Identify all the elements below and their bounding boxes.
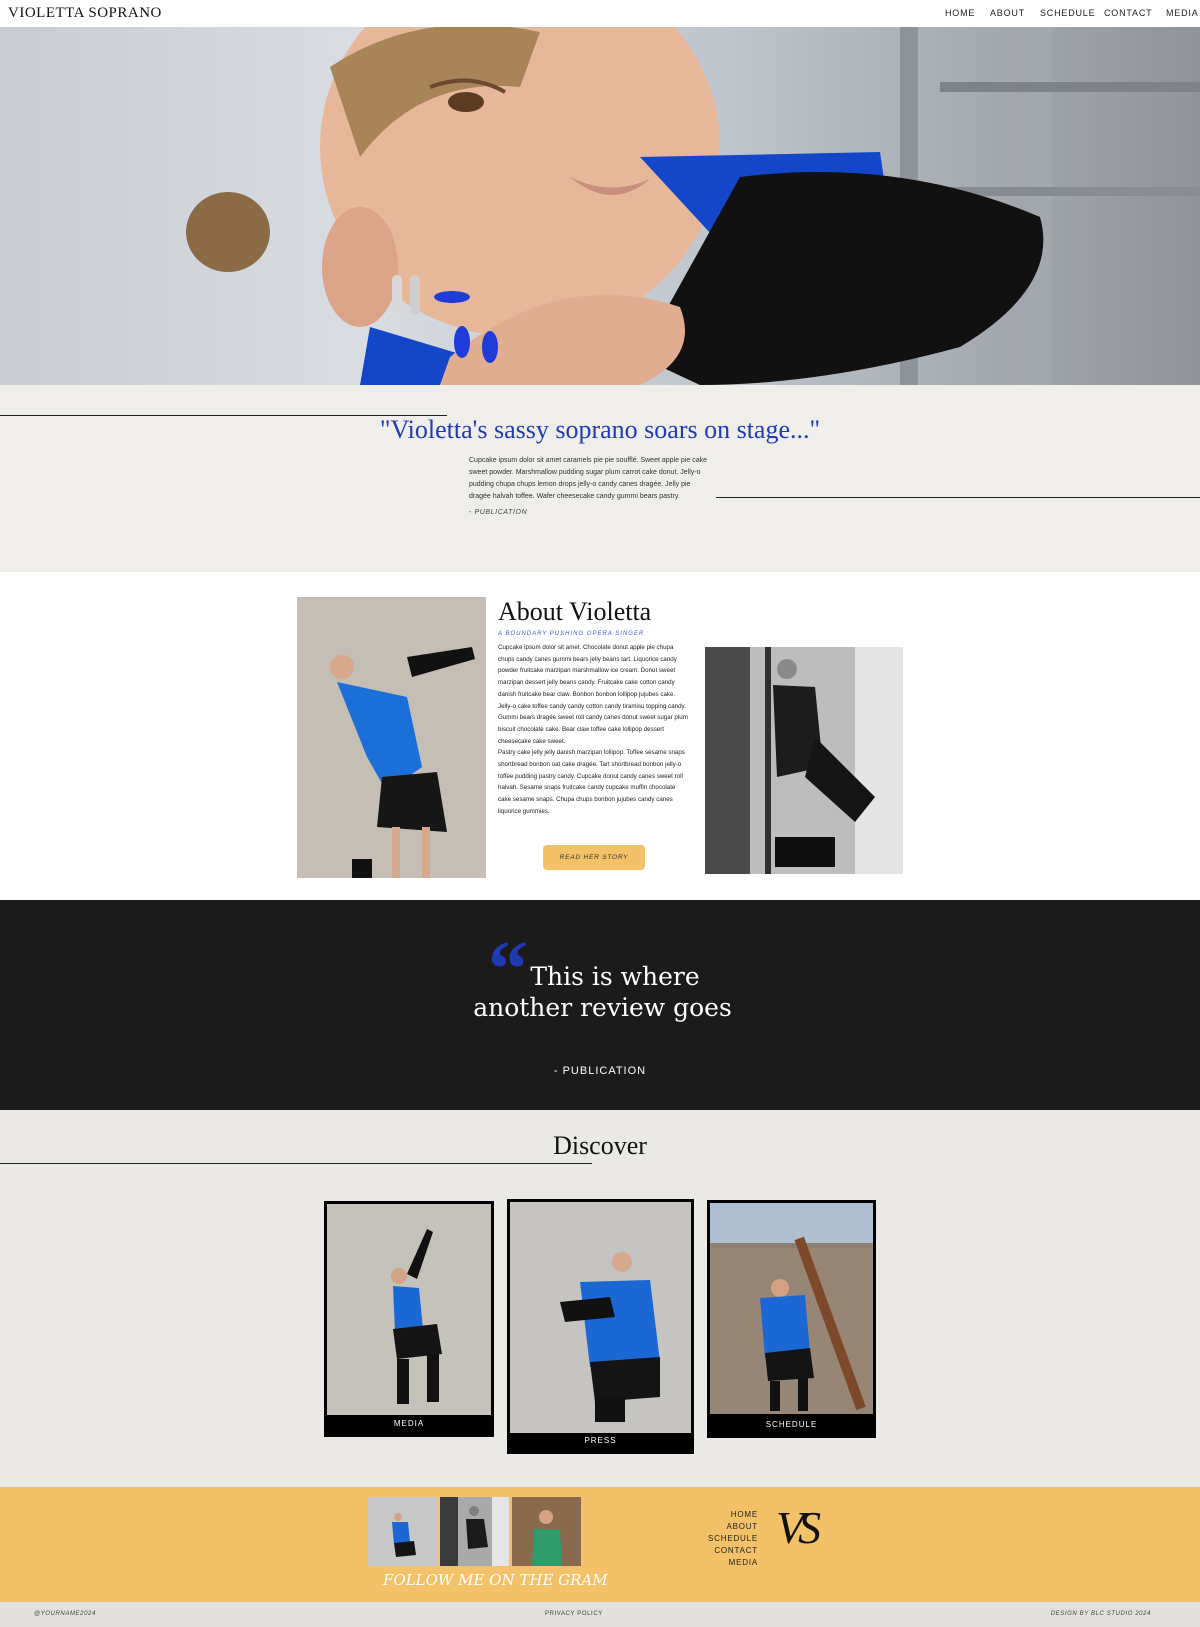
- footer-nav: HOME ABOUT SCHEDULE CONTACT MEDIA: [690, 1509, 758, 1569]
- hero-image: [0, 27, 1200, 385]
- site-header: VIOLETTA SOPRANO HOME ABOUT SCHEDULE CON…: [0, 0, 1200, 27]
- card-photo: [710, 1203, 873, 1414]
- about-body: Cupcake ipsum dolor sit amet. Chocolate …: [498, 642, 690, 818]
- nav-media[interactable]: MEDIA: [1166, 8, 1199, 18]
- read-her-story-button[interactable]: READ HER STORY: [543, 845, 645, 870]
- divider-line: [0, 1163, 592, 1164]
- review-body: Cupcake ipsum dolor sit amet caramels pi…: [469, 457, 707, 500]
- discover-card-schedule[interactable]: SCHEDULE: [707, 1200, 876, 1438]
- card-label: PRESS: [584, 1436, 617, 1445]
- site-logo[interactable]: VIOLETTA SOPRANO: [8, 5, 162, 22]
- card-label: MEDIA: [393, 1419, 425, 1428]
- review-publication: - PUBLICATION: [469, 509, 528, 516]
- review-quote: "Violetta's sassy soprano soars on stage…: [379, 415, 821, 444]
- site-footer: FOLLOW ME ON THE GRAM HOME ABOUT SCHEDUL…: [0, 1487, 1200, 1602]
- card-photo: [327, 1204, 491, 1415]
- monogram-logo: VS: [776, 1502, 821, 1553]
- featured-review: "Violetta's sassy soprano soars on stage…: [0, 385, 1200, 572]
- testimonial-section: “ This is where another review goes - PU…: [0, 900, 1200, 1110]
- instagram-cta[interactable]: FOLLOW ME ON THE GRAM: [383, 1571, 608, 1589]
- card-photo: [510, 1202, 691, 1433]
- footer-nav-schedule[interactable]: SCHEDULE: [690, 1533, 758, 1545]
- about-paragraph: Pastry cake jelly jelly danish marzipan …: [498, 749, 685, 815]
- footer-nav-home[interactable]: HOME: [690, 1509, 758, 1521]
- instagram-thumb[interactable]: [368, 1497, 437, 1566]
- discover-card-press[interactable]: PRESS: [507, 1199, 694, 1454]
- about-subtitle: A BOUNDARY PUSHING OPERA SINGER: [498, 631, 645, 637]
- privacy-policy-link[interactable]: PRIVACY POLICY: [545, 1611, 603, 1617]
- discover-card-media[interactable]: MEDIA: [324, 1201, 494, 1437]
- divider-line: [716, 497, 1200, 498]
- nav-home[interactable]: HOME: [945, 8, 975, 18]
- bottom-bar: @YOURNAME2024 PRIVACY POLICY DESIGN BY B…: [0, 1602, 1200, 1627]
- testimonial-text: This is where: [530, 962, 700, 991]
- about-photo-color: [297, 597, 486, 878]
- hero-photo: [186, 27, 1200, 385]
- discover-section: Discover MEDIA PRESS SCHEDULE: [0, 1110, 1200, 1487]
- nav-about[interactable]: ABOUT: [990, 8, 1025, 18]
- testimonial-publication: - PUBLICATION: [553, 1065, 647, 1077]
- footer-nav-contact[interactable]: CONTACT: [690, 1545, 758, 1557]
- instagram-thumb[interactable]: [440, 1497, 509, 1566]
- instagram-thumb[interactable]: [512, 1497, 581, 1566]
- discover-title: Discover: [553, 1131, 647, 1160]
- about-paragraph: Cupcake ipsum dolor sit amet. Chocolate …: [498, 644, 688, 745]
- about-section: About Violetta A BOUNDARY PUSHING OPERA …: [0, 572, 1200, 900]
- nav-schedule[interactable]: SCHEDULE: [1040, 8, 1095, 18]
- nav-contact[interactable]: CONTACT: [1104, 8, 1152, 18]
- social-handle[interactable]: @YOURNAME2024: [34, 1611, 96, 1617]
- about-photo-bw: [705, 647, 903, 874]
- about-title: About Violetta: [498, 597, 652, 626]
- design-credit[interactable]: DESIGN BY BLC STUDIO 2024: [1051, 1611, 1151, 1617]
- footer-nav-about[interactable]: ABOUT: [690, 1521, 758, 1533]
- footer-nav-media[interactable]: MEDIA: [690, 1557, 758, 1569]
- card-label: SCHEDULE: [765, 1420, 818, 1429]
- testimonial-text: another review goes: [473, 993, 732, 1022]
